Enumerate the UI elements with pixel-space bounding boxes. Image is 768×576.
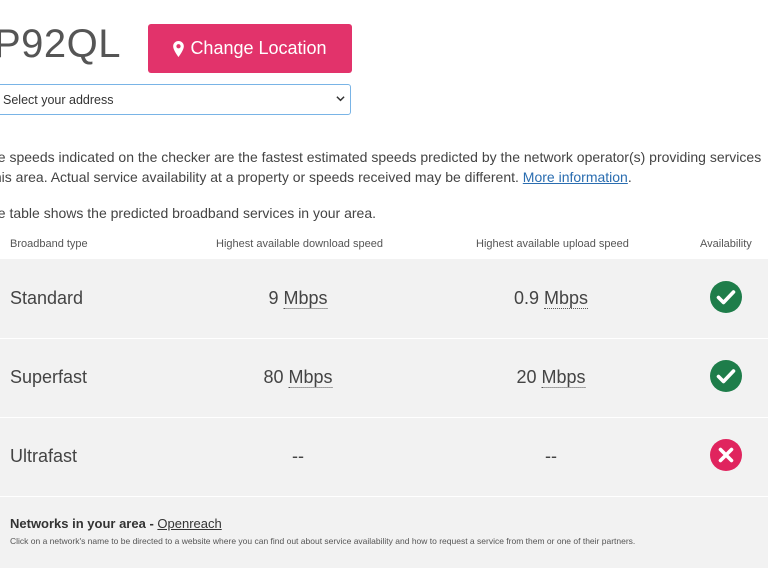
download-value: 80 [263, 367, 284, 387]
row-standard-download: 9 Mbps [268, 288, 328, 309]
row-divider [0, 496, 768, 497]
header-upload-speed: Highest available upload speed [476, 238, 629, 250]
header-download-speed: Highest available download speed [216, 238, 383, 250]
download-unit: Mbps [288, 367, 333, 388]
more-information-link[interactable]: More information [523, 169, 628, 185]
row-superfast-download: 80 Mbps [263, 367, 333, 388]
row-divider [0, 417, 768, 418]
upload-unit: Mbps [541, 367, 586, 388]
download-value: 9 [268, 288, 279, 308]
info-line-2: this area. Actual service availability a… [0, 167, 768, 187]
upload-unit: Mbps [544, 288, 589, 309]
change-location-button[interactable]: Change Location [148, 24, 352, 73]
cross-circle-icon [710, 439, 742, 471]
upload-value: 0.9 [513, 288, 539, 308]
row-ultrafast-download: -- [292, 446, 304, 466]
info-trailing: . [627, 169, 632, 185]
networks-note: Click on a network's name to be directed… [10, 536, 636, 546]
upload-value: 20 [516, 367, 537, 387]
networks-heading: Networks in your area - Openreach [10, 516, 222, 531]
map-marker-icon [173, 40, 185, 57]
check-circle-icon [710, 281, 742, 313]
table-intro: he table shows the predicted broadband s… [0, 205, 377, 221]
row-divider [0, 338, 768, 339]
info-paragraph: he speeds indicated on the checker are t… [0, 147, 768, 187]
networks-title-text: Networks in your area - [10, 516, 158, 531]
header-availability: Availability [700, 238, 752, 250]
chevron-down-icon [336, 96, 345, 102]
openreach-link[interactable]: Openreach [157, 516, 221, 531]
row-standard-type: Standard [10, 288, 84, 308]
row-superfast-type: Superfast [10, 367, 88, 387]
row-ultrafast-upload: -- [545, 446, 557, 466]
address-select-value: Select your address [3, 92, 114, 107]
info-line-2-text: this area. Actual service availability a… [0, 169, 519, 185]
change-location-label: Change Location [190, 38, 327, 58]
row-ultrafast-type: Ultrafast [10, 446, 78, 466]
download-unit: Mbps [283, 288, 328, 309]
row-superfast-upload: 20 Mbps [516, 367, 586, 388]
address-select[interactable]: Select your address [0, 84, 351, 115]
header-broadband-type: Broadband type [10, 238, 88, 250]
check-circle-icon [710, 360, 742, 392]
postcode-heading: P92QL [0, 22, 122, 66]
info-line-1: he speeds indicated on the checker are t… [0, 149, 762, 165]
row-standard-upload: 0.9 Mbps [513, 288, 589, 309]
